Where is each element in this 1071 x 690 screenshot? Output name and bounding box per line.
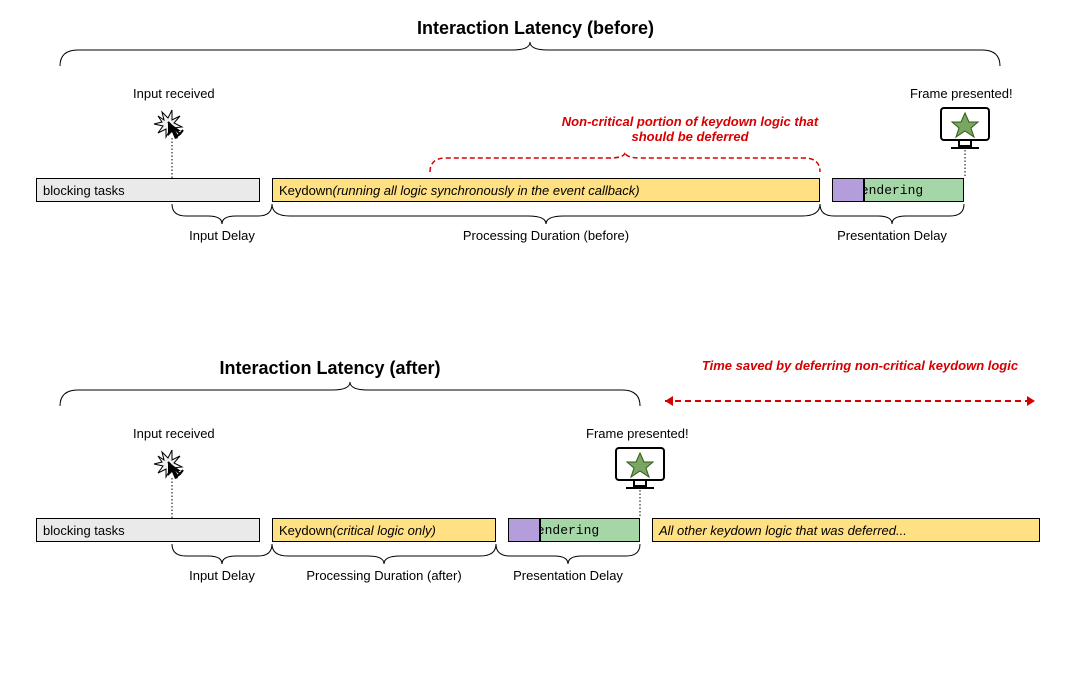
red-brace-before	[430, 152, 820, 174]
brace-processing-after	[272, 544, 496, 566]
task-purple-after	[508, 518, 540, 542]
monitor-icon-after	[612, 446, 668, 494]
brace-processing-before	[272, 204, 820, 226]
red-note-after: Time saved by deferring non-critical key…	[700, 358, 1020, 373]
label-presentation-before: Presentation Delay	[800, 228, 984, 243]
title-after: Interaction Latency (after)	[0, 358, 660, 379]
task-rendering-after: rendering	[540, 518, 640, 542]
keydown-italic-before: (running all logic synchronously in the …	[332, 183, 639, 198]
label-processing-after: Processing Duration (after)	[272, 568, 496, 583]
task-blocking-before: blocking tasks	[36, 178, 260, 202]
brace-top-after	[60, 382, 640, 408]
title-before: Interaction Latency (before)	[0, 18, 1071, 39]
dotted-from-click-after	[171, 478, 173, 518]
task-purple-before	[832, 178, 864, 202]
brace-presentation-after	[496, 544, 640, 566]
brace-top-before	[60, 42, 1000, 68]
red-note-before: Non-critical portion of keydown logic th…	[540, 114, 840, 144]
task-blocking-after: blocking tasks	[36, 518, 260, 542]
label-input-delay-after: Input Delay	[172, 568, 272, 583]
dotted-from-monitor-before	[964, 150, 966, 178]
brace-input-delay-before	[172, 204, 272, 226]
keydown-prefix-after: Keydown	[279, 523, 332, 538]
brace-input-delay-after	[172, 544, 272, 566]
dotted-from-click-before	[171, 138, 173, 178]
keydown-prefix-before: Keydown	[279, 183, 332, 198]
label-input-received-after: Input received	[133, 426, 215, 441]
red-arrow-after	[655, 394, 1045, 408]
click-burst-icon-after	[150, 444, 190, 484]
keydown-italic-after: (critical logic only)	[332, 523, 435, 538]
task-deferred-after: All other keydown logic that was deferre…	[652, 518, 1040, 542]
label-processing-before: Processing Duration (before)	[272, 228, 820, 243]
click-burst-icon-before	[150, 104, 190, 144]
label-frame-presented-before: Frame presented!	[910, 86, 1013, 101]
label-input-delay-before: Input Delay	[172, 228, 272, 243]
task-keydown-before: Keydown (running all logic synchronously…	[272, 178, 820, 202]
label-frame-presented-after: Frame presented!	[586, 426, 689, 441]
task-keydown-after: Keydown (critical logic only)	[272, 518, 496, 542]
dotted-from-monitor-after	[639, 490, 641, 518]
label-input-received-before: Input received	[133, 86, 215, 101]
label-presentation-after: Presentation Delay	[496, 568, 640, 583]
monitor-icon-before	[937, 106, 993, 154]
brace-presentation-before	[820, 204, 964, 226]
task-rendering-before: rendering	[864, 178, 964, 202]
